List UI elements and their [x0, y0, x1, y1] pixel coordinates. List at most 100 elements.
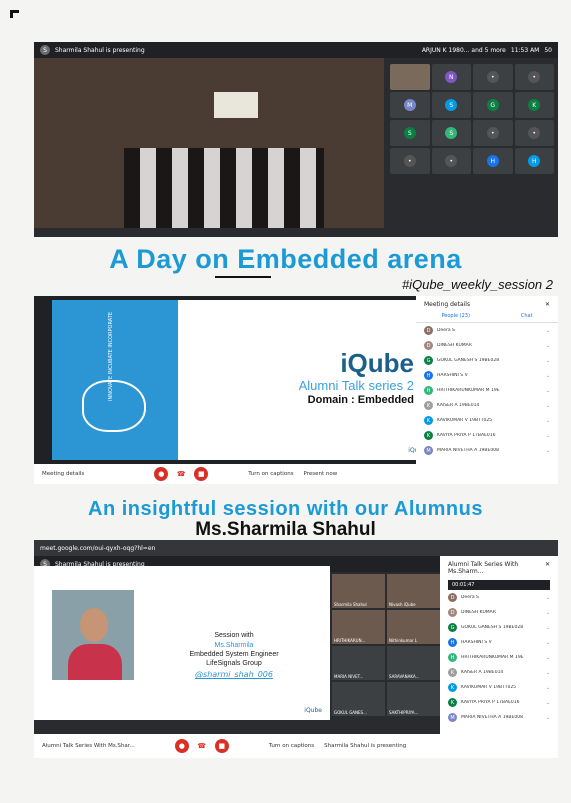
participant-avatar: G: [448, 623, 457, 632]
chevron-down-icon[interactable]: ⌄: [546, 358, 550, 364]
hangup-icon[interactable]: ☎: [174, 467, 189, 481]
chevron-down-icon[interactable]: ⌄: [546, 388, 550, 394]
participant-tile[interactable]: N: [431, 64, 471, 90]
mic-off-icon[interactable]: ●: [154, 467, 169, 481]
participants-summary: ARJUN K 1980... and 5 more: [421, 46, 506, 54]
chevron-down-icon[interactable]: ⌄: [546, 685, 550, 691]
participant-row[interactable]: H HRITHIKARUNKUMAR M 19E ⌄: [416, 383, 558, 398]
url-bar[interactable]: meet.google.com/oui-qyxh-oqg?hl=en: [40, 545, 155, 552]
meet-screenshot-2: INNOVATE INCUBATE INCORPORATE iQube Alum…: [34, 296, 558, 484]
participant-row[interactable]: H HRITHIKARUNKUMAR M 19E ⌄: [440, 650, 558, 665]
chevron-down-icon[interactable]: ⌄: [546, 328, 550, 334]
participant-row[interactable]: K KAVIKUMAR V 19BTT025 ⌄: [440, 680, 558, 695]
chevron-down-icon[interactable]: ⌄: [546, 715, 550, 721]
video-tile[interactable]: SARAVANAKA...: [387, 646, 440, 680]
participant-tile[interactable]: •: [431, 148, 471, 174]
participant-avatar: G: [424, 356, 433, 365]
video-tile[interactable]: Sharmila Shahul: [332, 574, 385, 608]
participant-tile[interactable]: •: [514, 64, 554, 90]
participant-row[interactable]: M MARIA NIVETHA A 19BE008 ⌄: [440, 710, 558, 725]
speaker-handle: @sharmi_shah_006: [195, 670, 273, 679]
video-tile[interactable]: HRITHIKARUN...: [332, 610, 385, 644]
chevron-down-icon[interactable]: ⌄: [546, 433, 550, 439]
chevron-down-icon[interactable]: ⌄: [546, 700, 550, 706]
presenter-avatar: S: [40, 45, 50, 55]
clock: 11:53 AM: [510, 46, 540, 54]
participant-row[interactable]: D DINESH KUMAR ⌄: [416, 338, 558, 353]
meeting-title-label[interactable]: Alumni Talk Series With Ms.Shar...: [42, 743, 135, 749]
chevron-down-icon[interactable]: ⌄: [546, 655, 550, 661]
video-tile[interactable]: GOKUL GANES...: [332, 682, 385, 716]
participant-row[interactable]: H HARSHINI S V ⌄: [416, 368, 558, 383]
participant-tile[interactable]: S: [431, 92, 471, 118]
chevron-down-icon[interactable]: ⌄: [546, 418, 550, 424]
participant-avatar: D: [424, 326, 433, 335]
participant-tile[interactable]: G: [473, 92, 513, 118]
participant-row[interactable]: K KAVIYA PRIYA P 17BAE016 ⌄: [440, 695, 558, 710]
mic-off-icon[interactable]: ●: [174, 739, 189, 753]
captions-label[interactable]: Turn on captions: [248, 471, 293, 477]
participant-row[interactable]: D DINESH KUMAR ⌄: [440, 605, 558, 620]
participant-name: MARIA NIVETHA A 19BE008: [461, 715, 523, 720]
meeting-details-panel: Meeting details ✕ People (23) Chat D Deer…: [416, 296, 558, 464]
participant-avatar: M: [424, 446, 433, 455]
hangup-icon[interactable]: ☎: [194, 739, 209, 753]
video-grid: Sharmila Shahul Nivash iQube HRITHIKARUN..…: [332, 574, 440, 716]
participant-tile[interactable]: •: [390, 148, 430, 174]
tab-people[interactable]: People (23): [441, 313, 469, 319]
participant-tile[interactable]: S: [390, 120, 430, 146]
side-header: Alumni Talk Series With Ms.Sharm... ✕: [440, 556, 558, 580]
participant-row[interactable]: G GOKUL GANESH S 19BE028 ⌄: [416, 353, 558, 368]
participant-row[interactable]: M MARIA NIVETHA A 19BE008 ⌄: [416, 443, 558, 458]
tab-chat[interactable]: Chat: [521, 313, 533, 319]
chevron-down-icon[interactable]: ⌄: [546, 343, 550, 349]
participant-tile[interactable]: [390, 64, 430, 90]
brand-title: iQube: [340, 348, 414, 378]
meet-screenshot-1: S Sharmila Shahul is presenting ARJUN K …: [34, 42, 558, 237]
video-tile-label: Sharmila Shahul: [334, 602, 367, 607]
captions-label[interactable]: Turn on captions: [269, 743, 314, 749]
video-tile[interactable]: MARIA NIVET...: [332, 646, 385, 680]
chevron-down-icon[interactable]: ⌄: [546, 640, 550, 646]
presentation-video: [34, 58, 384, 228]
video-tile[interactable]: Nithinkumar L: [387, 610, 440, 644]
chevron-down-icon[interactable]: ⌄: [546, 448, 550, 454]
side-title: Alumni Talk Series With Ms.Sharm...: [448, 561, 519, 575]
participant-tile[interactable]: H: [514, 148, 554, 174]
participant-grid: N • • M S G K S S • • • • H H: [386, 60, 558, 219]
participant-tile[interactable]: H: [473, 148, 513, 174]
video-tile[interactable]: Nivash iQube: [387, 574, 440, 608]
people-list: D Deera S ⌄ D DINESH KUMAR ⌄ G GOKUL GANESH S 1…: [440, 590, 558, 725]
participant-tile[interactable]: K: [514, 92, 554, 118]
divider: [215, 276, 271, 278]
present-now-label[interactable]: Present now: [304, 471, 338, 477]
participant-row[interactable]: K KAISER A 19BE014 ⌄: [416, 398, 558, 413]
participant-row[interactable]: D Deera S ⌄: [440, 590, 558, 605]
participant-row[interactable]: H HARSHINI S V ⌄: [440, 635, 558, 650]
camera-off-icon[interactable]: ■: [194, 467, 209, 481]
video-tile[interactable]: SAKTHIPRIYA...: [387, 682, 440, 716]
chevron-down-icon[interactable]: ⌄: [546, 595, 550, 601]
participant-row[interactable]: G GOKUL GANESH S 19BE028 ⌄: [440, 620, 558, 635]
camera-off-icon[interactable]: ■: [214, 739, 229, 753]
participant-tile[interactable]: S: [431, 120, 471, 146]
participant-row[interactable]: K KAVIYA PRIYA P 17BAE016 ⌄: [416, 428, 558, 443]
participant-tile[interactable]: •: [473, 120, 513, 146]
close-icon[interactable]: ✕: [545, 561, 550, 575]
close-icon[interactable]: ✕: [545, 301, 550, 308]
participant-tile[interactable]: M: [390, 92, 430, 118]
participant-tile[interactable]: •: [473, 64, 513, 90]
participant-name: GOKUL GANESH S 19BE028: [437, 358, 500, 363]
chevron-down-icon[interactable]: ⌄: [546, 625, 550, 631]
participant-row[interactable]: K KAISER A 19BE014 ⌄: [440, 665, 558, 680]
participant-tile[interactable]: •: [514, 120, 554, 146]
heading-embedded-arena: A Day on Embedded arena: [109, 244, 462, 274]
participant-row[interactable]: K KAVIKUMAR V 19BTT025 ⌄: [416, 413, 558, 428]
meeting-details-label[interactable]: Meeting details: [42, 471, 84, 477]
participant-row[interactable]: D Deera S ⌄: [416, 323, 558, 338]
chevron-down-icon[interactable]: ⌄: [546, 373, 550, 379]
chevron-down-icon[interactable]: ⌄: [546, 610, 550, 616]
chevron-down-icon[interactable]: ⌄: [546, 670, 550, 676]
participant-name: GOKUL GANESH S 19BE028: [461, 625, 524, 630]
chevron-down-icon[interactable]: ⌄: [546, 403, 550, 409]
